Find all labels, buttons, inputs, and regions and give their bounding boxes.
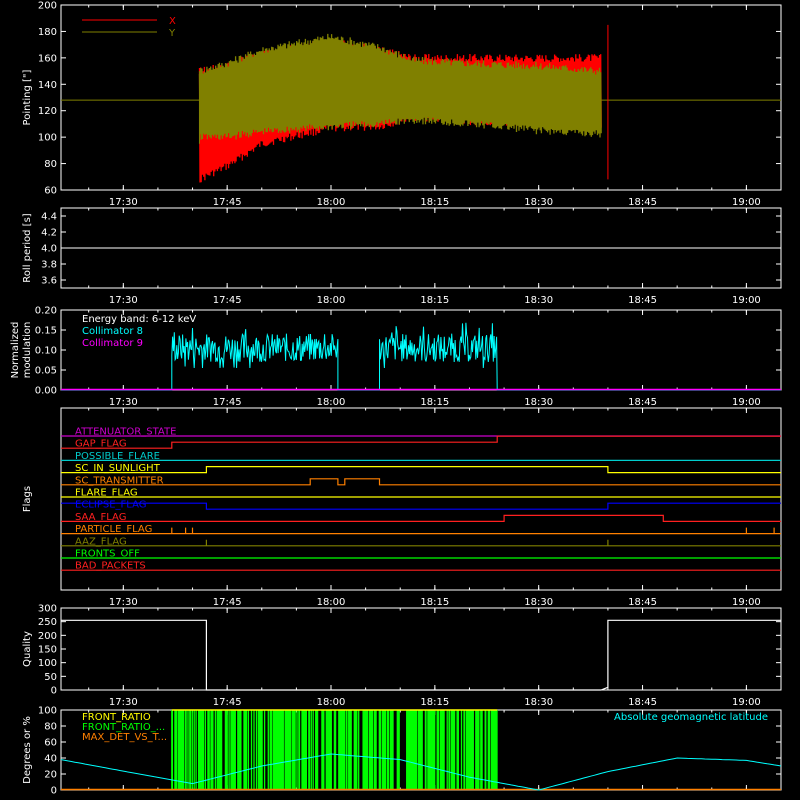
legend-label-collimator-9: Collimator 9 (82, 338, 143, 349)
x-tick-label: 17:45 (213, 597, 242, 608)
x-tick-label: 17:30 (109, 197, 138, 208)
y-tick-label: 0 (51, 686, 57, 697)
x-tick-label: 18:30 (524, 697, 553, 708)
x-tick-label: 18:00 (317, 397, 346, 408)
x-tick-label: 17:45 (213, 295, 242, 306)
x-tick-label: 17:30 (109, 295, 138, 306)
series-collimator-8 (61, 322, 781, 391)
flag-label-eclipse-flag: ECLIPSE_FLAG (75, 500, 146, 511)
y-axis-label: Pointing ["] (22, 69, 33, 125)
y-axis-label: Roll period [s] (22, 213, 33, 282)
y-tick-label: 160 (38, 53, 57, 64)
x-tick-label: 18:45 (628, 397, 657, 408)
y-tick-label: 100 (38, 706, 57, 717)
flag-trace-aaz-flag (61, 539, 781, 547)
y-tick-label: 4.2 (41, 228, 57, 239)
panel-flags: 17:30 17:45 18:00 18:15 18:30 18:45 19:00 Flags… (22, 407, 782, 608)
y-tick-label: 140 (38, 80, 57, 91)
y-tick-label: 300 (38, 604, 57, 615)
legend-label-geomagnetic-latitude: Absolute geomagnetic latitude (614, 712, 768, 723)
x-tick-label: 18:30 (524, 597, 553, 608)
y-axis-label: modulation (22, 322, 33, 379)
y-axis-label: Degrees or % (22, 716, 33, 784)
series-front-ratio-bars (171, 710, 498, 790)
summary-figure: 17:30 17:45 18:00 18:15 18:30 18:45 19:00 60 80 1… (10, 1, 782, 797)
y-tick-label: 200 (38, 631, 57, 642)
panel-modulation: 17:30 17:45 18:00 18:15 18:30 18:45 19:00 0.00 0… (10, 306, 782, 408)
panel-degrees: 020406080100Degrees or % FRONT_RATIOFRONT… (22, 706, 782, 797)
y-tick-label: 100 (38, 133, 57, 144)
y-tick-label: 0 (51, 786, 57, 797)
y-tick-label: 0.10 (35, 346, 57, 357)
y-tick-label: 0.15 (35, 326, 57, 337)
y-tick-label: 150 (38, 645, 57, 656)
flag-trace-particle-flag (61, 527, 781, 535)
y-tick-label: 40 (44, 754, 57, 765)
x-tick-label: 17:30 (109, 397, 138, 408)
y-tick-label: 4.0 (41, 244, 57, 255)
x-tick-label: 17:30 (109, 697, 138, 708)
y-tick-label: 0.05 (35, 366, 57, 377)
y-tick-label: 60 (44, 186, 57, 197)
x-tick-label: 18:15 (420, 597, 449, 608)
x-tick-label: 19:00 (732, 397, 761, 408)
x-tick-label: 18:15 (420, 397, 449, 408)
y-tick-label: 100 (38, 658, 57, 669)
y-tick-label: 60 (44, 738, 57, 749)
flag-trace-sc-transmitter (61, 478, 781, 486)
y-tick-label: 0.00 (35, 386, 57, 397)
x-tick-label: 18:45 (628, 697, 657, 708)
series-y-envelope (198, 33, 602, 140)
x-tick-label: 18:45 (628, 295, 657, 306)
energy-band-annotation: Energy band: 6-12 keV (82, 314, 196, 325)
y-tick-label: 120 (38, 106, 57, 117)
x-tick-label: 18:30 (524, 295, 553, 306)
x-tick-label: 17:45 (213, 697, 242, 708)
x-tick-label: 19:00 (732, 697, 761, 708)
x-tick-label: 17:45 (213, 397, 242, 408)
x-tick-label: 18:00 (317, 295, 346, 306)
x-tick-label: 18:45 (628, 197, 657, 208)
x-tick-label: 19:00 (732, 597, 761, 608)
x-tick-label: 19:00 (732, 295, 761, 306)
x-tick-label: 18:30 (524, 397, 553, 408)
x-tick-label: 18:15 (420, 697, 449, 708)
legend-label-x: X (169, 16, 176, 27)
y-tick-label: 80 (44, 722, 57, 733)
y-tick-label: 3.8 (41, 260, 57, 271)
flag-trace-saa-flag (61, 514, 781, 522)
x-tick-label: 18:00 (317, 197, 346, 208)
flag-trace-sc-in-sunlight (61, 466, 781, 474)
y-axis-label: Flags (22, 486, 33, 512)
legend-label-y: Y (168, 28, 176, 39)
x-tick-label: 17:30 (109, 597, 138, 608)
quality-line (61, 619, 781, 691)
y-axis-label: Normalized (10, 322, 21, 379)
y-tick-label: 80 (44, 159, 57, 170)
panel-pointing: 17:30 17:45 18:00 18:15 18:30 18:45 19:00 60 80 1… (22, 1, 782, 208)
x-tick-label: 19:00 (732, 197, 761, 208)
panel-quality: 17:30 17:45 18:00 18:15 18:30 18:45 19:00 0 50 10… (22, 604, 782, 708)
y-axis-label: Quality (22, 631, 33, 667)
x-tick-label: 18:15 (420, 295, 449, 306)
x-tick-label: 18:00 (317, 597, 346, 608)
flag-trace-gap-flag (61, 435, 781, 449)
y-tick-label: 50 (44, 672, 57, 683)
y-tick-label: 200 (38, 1, 57, 12)
y-tick-label: 4.4 (41, 212, 57, 223)
x-tick-label: 18:00 (317, 697, 346, 708)
y-tick-label: 20 (44, 770, 57, 781)
y-tick-label: 3.6 (41, 276, 57, 287)
legend-label-max-det: MAX_DET_VS_T... (82, 732, 167, 743)
x-tick-label: 18:45 (628, 597, 657, 608)
flag-trace-eclipse-flag (61, 502, 781, 510)
legend-label-collimator-8: Collimator 8 (82, 326, 143, 337)
x-tick-label: 18:15 (420, 197, 449, 208)
x-tick-label: 18:30 (524, 197, 553, 208)
y-tick-label: 0.20 (35, 306, 57, 317)
y-tick-label: 180 (38, 27, 57, 38)
x-tick-label: 17:45 (213, 197, 242, 208)
y-tick-label: 250 (38, 617, 57, 628)
panel-roll-period: 17:30 17:45 18:00 18:15 18:30 18:45 19:00 3.6 3.… (22, 207, 782, 306)
